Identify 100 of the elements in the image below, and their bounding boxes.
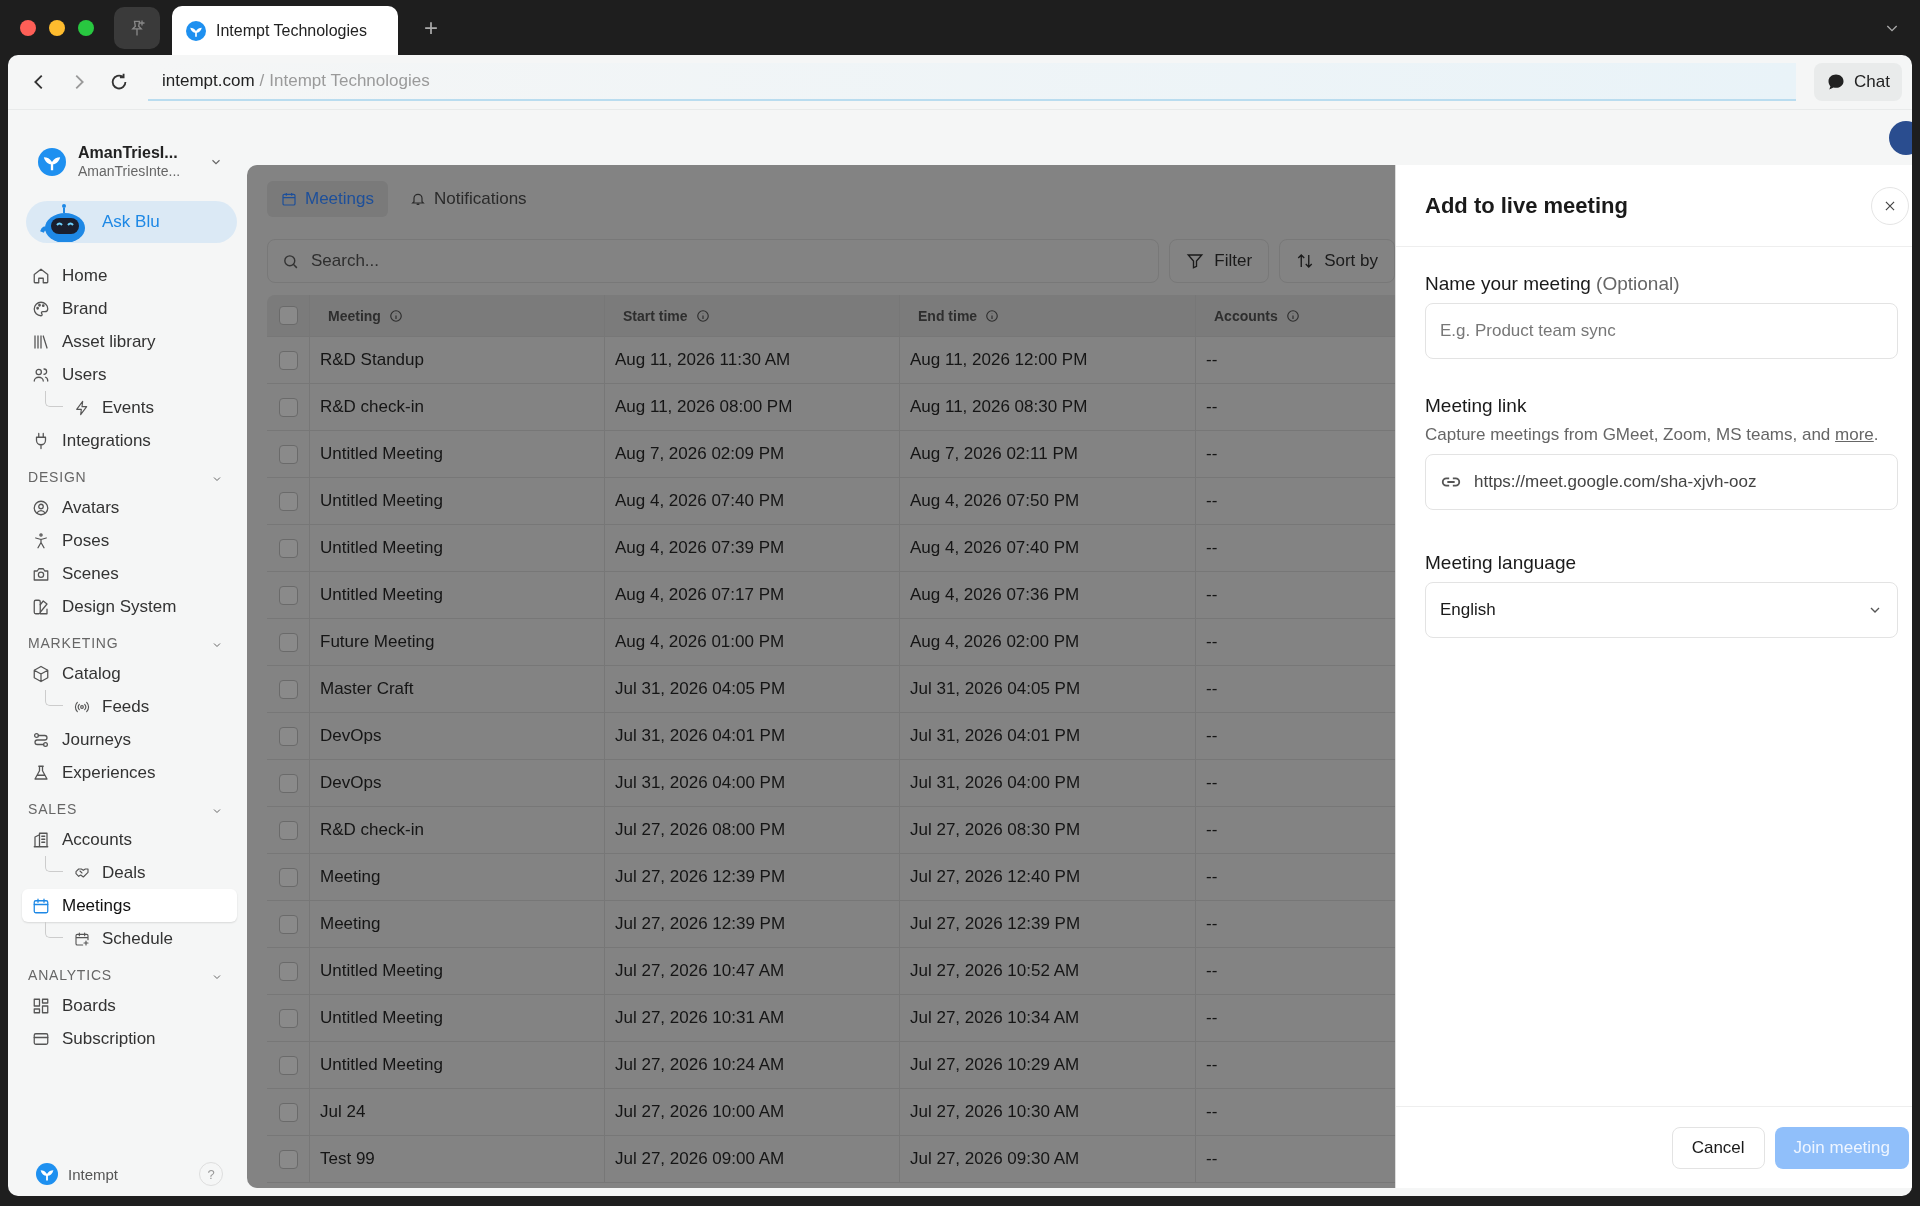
sidebar-subitem[interactable]: Deals [22,856,237,889]
table-cell: Untitled Meeting [309,431,604,477]
sidebar-item[interactable]: Home [22,259,237,292]
table-cell: Jul 31, 2026 04:01 PM [604,713,899,759]
row-checkbox[interactable] [278,585,298,605]
pin-button[interactable] [114,6,160,49]
more-link[interactable]: more [1835,425,1874,444]
table-cell: R&D Standup [309,337,604,383]
users-icon [32,365,50,384]
table-cell: Jul 27, 2026 10:24 AM [604,1042,899,1088]
calendar-icon [281,191,297,207]
filter-button[interactable]: Filter [1169,239,1270,283]
table-cell: Jul 27, 2026 10:31 AM [604,995,899,1041]
row-checkbox[interactable] [278,914,298,934]
search-field[interactable]: Search... [267,239,1160,283]
calendar-plus-icon [74,930,90,947]
logo-icon [36,1163,58,1185]
address-bar[interactable]: intempt.com / Intempt Technologies [148,63,1797,101]
field-placeholder: E.g. Product team sync [1440,321,1616,341]
table-cell: Aug 4, 2026 07:40 PM [604,478,899,524]
table-cell: Aug 4, 2026 07:50 PM [899,478,1195,524]
new-tab-button[interactable]: + [424,13,438,42]
row-checkbox[interactable] [278,350,298,370]
table-cell: Jul 27, 2026 10:34 AM [899,995,1195,1041]
table-cell: Jul 27, 2026 10:52 AM [899,948,1195,994]
chat-button[interactable]: Chat [1814,63,1902,101]
table-cell: R&D check-in [309,384,604,430]
table-cell: Jul 27, 2026 10:47 AM [604,948,899,994]
sidebar-subitem[interactable]: Schedule [22,922,237,955]
cancel-button[interactable]: Cancel [1671,1126,1765,1169]
browser-tab[interactable]: Intempt Technologies [172,6,398,55]
table-cell: Untitled Meeting [309,572,604,618]
info-icon [985,308,1000,323]
table-cell: Jul 27, 2026 12:39 PM [604,901,899,947]
sidebar-item[interactable]: Experiences [22,756,237,789]
row-checkbox[interactable] [278,1149,298,1169]
route-icon [32,730,50,749]
sidebar-item[interactable]: Integrations [22,424,237,457]
section-heading[interactable]: DESIGN [18,457,237,491]
search-placeholder: Search... [311,251,380,271]
sidebar-subitem[interactable]: Feeds [22,690,237,723]
row-checkbox[interactable] [278,1102,298,1122]
close-window-button[interactable] [20,19,36,36]
minimize-window-button[interactable] [49,19,65,36]
box-icon [32,664,50,683]
row-checkbox[interactable] [278,679,298,699]
language-dropdown[interactable]: English [1425,582,1898,638]
info-icon [695,308,710,323]
row-checkbox[interactable] [278,1055,298,1075]
table-cell: Untitled Meeting [309,995,604,1041]
sidebar-item[interactable]: Avatars [22,491,237,524]
sidebar-item[interactable]: Subscription [22,1022,237,1055]
table-cell: Jul 27, 2026 08:30 PM [899,807,1195,853]
row-checkbox[interactable] [278,397,298,417]
table-cell: Aug 11, 2026 12:00 PM [899,337,1195,383]
lightning-icon [74,399,90,416]
table-cell: Aug 4, 2026 07:40 PM [899,525,1195,571]
sidebar-subitem[interactable]: Events [22,391,237,424]
close-button[interactable] [1871,186,1909,225]
books-icon [32,332,50,351]
workspace-name[interactable]: AmanTriesI... [78,144,197,162]
row-checkbox[interactable] [278,538,298,558]
maximize-window-button[interactable] [78,19,94,36]
row-checkbox[interactable] [278,491,298,511]
sidebar-item[interactable]: Journeys [22,723,237,756]
table-cell: Jul 27, 2026 09:00 AM [604,1136,899,1182]
table-cell: Untitled Meeting [309,478,604,524]
sidebar-item[interactable]: Users [22,358,237,391]
table-cell: Untitled Meeting [309,525,604,571]
row-checkbox[interactable] [278,867,298,887]
row-checkbox[interactable] [278,820,298,840]
person-icon [32,531,50,550]
meeting-name-field[interactable]: E.g. Product team sync [1425,303,1898,359]
table-cell: Aug 4, 2026 07:36 PM [899,572,1195,618]
sidebar-item[interactable]: Scenes [22,557,237,590]
table-cell: Jul 27, 2026 10:00 AM [604,1089,899,1135]
select-all-checkbox[interactable] [278,306,298,325]
workspace-subtitle: AmanTriesInte... [78,163,182,179]
row-checkbox[interactable] [278,632,298,652]
section-heading[interactable]: MARKETING [18,623,237,657]
meeting-link-field[interactable]: https://meet.google.com/sha-xjvh-ooz [1425,454,1898,510]
sidebar-item[interactable]: Meetings [22,889,237,922]
section-heading[interactable]: SALES [18,789,237,823]
row-checkbox[interactable] [278,444,298,464]
row-checkbox[interactable] [278,726,298,746]
row-checkbox[interactable] [278,961,298,981]
tab[interactable]: Notifications [396,181,541,217]
section-heading[interactable]: ANALYTICS [18,955,237,989]
field-label: Meeting link [1425,395,1528,417]
row-checkbox[interactable] [278,1008,298,1028]
sidebar-item[interactable]: Brand [22,292,237,325]
row-checkbox[interactable] [278,773,298,793]
sidebar-item[interactable]: Design System [22,590,237,623]
sidebar-item[interactable]: Asset library [22,325,237,358]
sidebar-item[interactable]: Poses [22,524,237,557]
sidebar-item[interactable]: Boards [22,989,237,1022]
table-cell: Aug 4, 2026 02:00 PM [899,619,1195,665]
sidebar-item[interactable]: Accounts [22,823,237,856]
sidebar-item[interactable]: Catalog [22,657,237,690]
table-cell: Aug 4, 2026 01:00 PM [604,619,899,665]
